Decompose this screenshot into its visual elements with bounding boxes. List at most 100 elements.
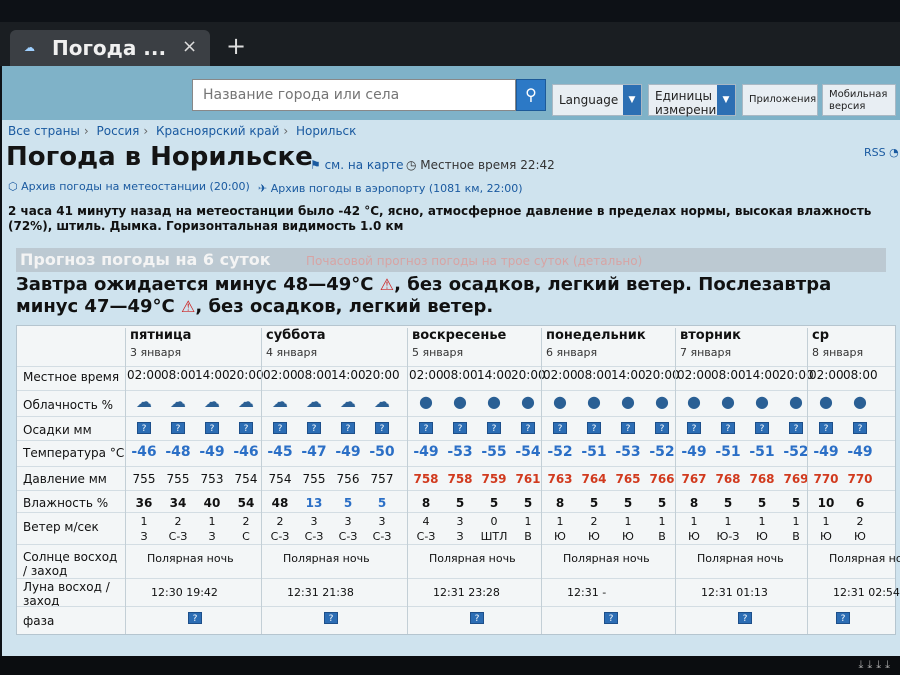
question-box-icon[interactable]: ? [721, 422, 735, 434]
question-box-icon[interactable]: ? [587, 422, 601, 434]
moon-phase-icon[interactable]: ? [188, 612, 202, 624]
question-box-icon[interactable]: ? [273, 422, 287, 434]
time-cell: 08:00 [443, 368, 478, 382]
wind-direction-cell: Ю [756, 530, 768, 543]
apps-button[interactable]: Приложения [742, 84, 818, 116]
language-label: Language [559, 93, 619, 107]
day-date: 8 января [812, 346, 864, 359]
pressure-cell: 755 [302, 472, 326, 486]
question-box-icon[interactable]: ? [853, 422, 867, 434]
moon-phase-icon[interactable]: ? [836, 612, 850, 624]
forecast-tab-hourly[interactable]: Почасовой прогноз погоды на трое суток (… [306, 254, 642, 268]
question-box-icon[interactable]: ? [453, 422, 467, 434]
browser-tab[interactable]: ☁ Погода ... × [10, 30, 210, 66]
precip-cell: ? [331, 420, 365, 434]
rss-icon: ◔ [889, 146, 899, 159]
question-box-icon[interactable]: ? [239, 422, 253, 434]
close-tab-icon[interactable]: × [182, 36, 197, 57]
question-box-icon[interactable]: ? [419, 422, 433, 434]
question-box-icon[interactable]: ? [137, 422, 151, 434]
moon-times: 12:31 - [567, 586, 607, 599]
row-label-humidity: Влажность % [23, 496, 109, 510]
wind-speed-cell: 1 [758, 515, 766, 528]
wind-direction-cell: С-З [416, 530, 436, 543]
airport-archive-link[interactable]: ✈ Архив погоды в аэропорту (1081 км, 22:… [258, 182, 523, 195]
row-divider [17, 512, 895, 513]
breadcrumb-item[interactable]: Норильск [296, 124, 356, 138]
question-box-icon[interactable]: ? [307, 422, 321, 434]
weather-favicon-icon: ☁ [24, 41, 35, 54]
row-label-time: Местное время [23, 370, 120, 384]
wind-speed-cell: 1 [658, 515, 666, 528]
map-link[interactable]: ⚑ см. на карте [310, 158, 403, 172]
search-button[interactable]: ⚲ [516, 79, 546, 111]
question-box-icon[interactable]: ? [819, 422, 833, 434]
day-date: 6 января [546, 346, 598, 359]
chevron-down-icon: ▼ [717, 85, 735, 115]
new-tab-button[interactable]: + [226, 32, 246, 60]
temp-cell: -53 [447, 444, 473, 460]
clear-sky-icon: ● [621, 392, 635, 411]
wind-direction-cell: С-З [270, 530, 290, 543]
time-cell: 14:00 [331, 368, 366, 382]
column-divider [807, 366, 808, 634]
mobile-version-button[interactable]: Мобильная версия [822, 84, 896, 116]
humidity-cell: 8 [689, 496, 699, 510]
wind-direction-cell: З [456, 530, 464, 543]
moon-phase-icon[interactable]: ? [470, 612, 484, 624]
question-box-icon[interactable]: ? [553, 422, 567, 434]
breadcrumb: Все страны › Россия › Красноярский край › Н… [8, 124, 360, 138]
question-box-icon[interactable]: ? [755, 422, 769, 434]
summary-text: Завтра ожидается минус 48—49°C [16, 274, 374, 295]
day-header: понедельник 6 января [541, 328, 681, 366]
column-divider [541, 366, 542, 634]
breadcrumb-item[interactable]: Все страны [8, 124, 80, 138]
row-divider [17, 366, 895, 367]
pressure-cell: 766 [649, 472, 675, 486]
station-archive-link[interactable]: ⬡ Архив погоды на метеостанции (20:00) [8, 180, 250, 193]
question-box-icon[interactable]: ? [341, 422, 355, 434]
city-search-input[interactable] [193, 80, 515, 110]
units-label: Единицы измерений [655, 89, 725, 117]
forecast-header: Прогноз погоды на 6 суток Почасовой прог… [16, 248, 886, 272]
temp-cell: -55 [481, 444, 507, 460]
units-select[interactable]: Единицы измерений ▼ [648, 84, 736, 117]
breadcrumb-item[interactable]: Красноярский край [156, 124, 279, 138]
local-time-label: Местное время [420, 158, 517, 172]
pressure-cell: 765 [615, 472, 641, 486]
moon-phase-icon[interactable]: ? [324, 612, 338, 624]
wind-direction-cell: В [524, 530, 532, 543]
question-box-icon[interactable]: ? [655, 422, 669, 434]
wind-speed-cell: 2 [242, 515, 250, 528]
question-box-icon[interactable]: ? [375, 422, 389, 434]
row-divider [17, 578, 895, 579]
day-name: воскресенье [412, 328, 507, 343]
time-cell: 14:00 [611, 368, 646, 382]
humidity-cell: 54 [237, 496, 255, 510]
clear-sky-icon: ● [453, 392, 467, 411]
language-select[interactable]: Language ▼ [552, 84, 642, 116]
pressure-cell: 754 [234, 472, 258, 486]
moon-times: 12:31 23:28 [433, 586, 500, 599]
wind-speed-cell: 4 [422, 515, 430, 528]
pressure-cell: 770 [847, 472, 873, 486]
question-box-icon[interactable]: ? [487, 422, 501, 434]
chevron-down-icon: ▼ [623, 85, 641, 115]
precip-cell: ? [161, 420, 195, 434]
pressure-cell: 767 [681, 472, 707, 486]
question-box-icon[interactable]: ? [171, 422, 185, 434]
forecast-tab-6days[interactable]: Прогноз погоды на 6 суток [20, 250, 271, 269]
question-box-icon[interactable]: ? [205, 422, 219, 434]
moon-phase-icon[interactable]: ? [738, 612, 752, 624]
city-search-field[interactable] [192, 79, 516, 111]
question-box-icon[interactable]: ? [621, 422, 635, 434]
question-box-icon[interactable]: ? [687, 422, 701, 434]
question-box-icon[interactable]: ? [789, 422, 803, 434]
wind-direction-cell: Ю [688, 530, 700, 543]
column-divider [407, 366, 408, 634]
precip-cell: ? [511, 420, 545, 434]
rss-link[interactable]: RSS ◔ [864, 146, 899, 159]
breadcrumb-item[interactable]: Россия [97, 124, 140, 138]
moon-phase-icon[interactable]: ? [604, 612, 618, 624]
question-box-icon[interactable]: ? [521, 422, 535, 434]
